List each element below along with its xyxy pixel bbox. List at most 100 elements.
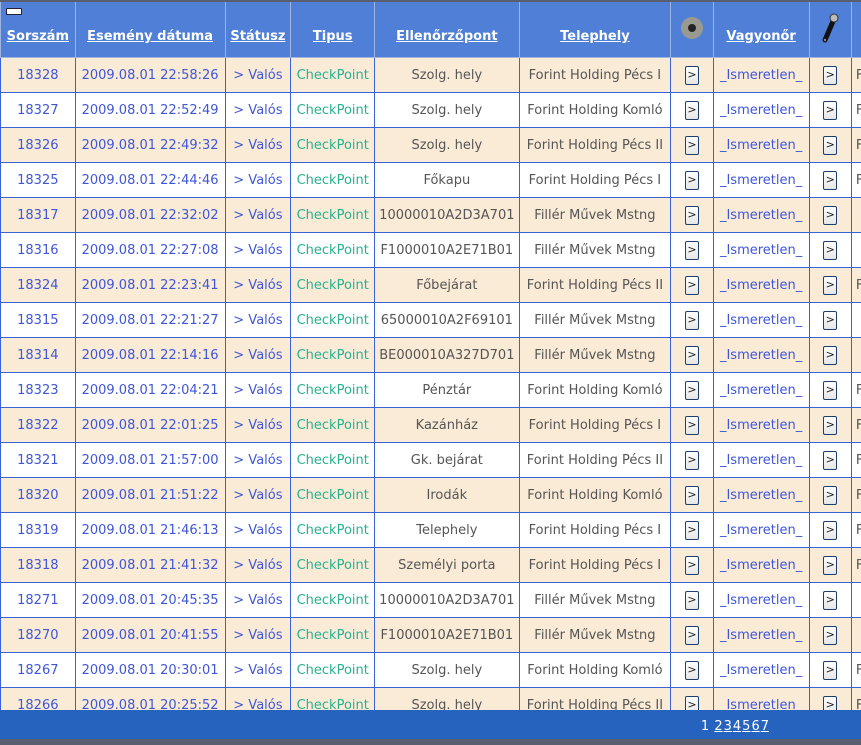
disc-detail-button[interactable]: > — [684, 520, 699, 540]
cell-status[interactable]: > Valós — [224, 57, 292, 93]
disc-detail-button[interactable]: > — [684, 205, 699, 225]
key-detail-button[interactable]: > — [823, 65, 838, 85]
key-detail-button[interactable]: > — [823, 205, 838, 225]
col-tipus[interactable]: Tipus — [290, 2, 376, 58]
cell-vagyonor[interactable]: _Ismeretlen_ — [712, 582, 810, 618]
sort-tipus-link[interactable]: Tipus — [313, 29, 353, 44]
col-datum[interactable]: Esemény dátuma — [74, 2, 226, 58]
key-detail-button[interactable]: > — [823, 310, 838, 330]
disc-detail-button[interactable]: > — [684, 415, 699, 435]
cell-status[interactable]: > Valós — [224, 617, 292, 653]
key-detail-button[interactable]: > — [823, 590, 838, 610]
disc-detail-button[interactable]: > — [684, 380, 699, 400]
disc-detail-button[interactable]: > — [684, 135, 699, 155]
cell-ellenorzopont: Szolg. hely — [374, 57, 520, 93]
page-link[interactable]: 4 — [733, 719, 741, 734]
cell-status[interactable]: > Valós — [224, 582, 292, 618]
cell-status[interactable]: > Valós — [224, 337, 292, 373]
cell-vagyonor[interactable]: _Ismeretlen_ — [712, 372, 810, 408]
key-detail-button[interactable]: > — [823, 555, 838, 575]
sort-datum-link[interactable]: Esemény dátuma — [87, 29, 213, 44]
disc-detail-button[interactable]: > — [684, 450, 699, 470]
cell-vagyonor[interactable]: _Ismeretlen_ — [712, 547, 810, 583]
sort-status-link[interactable]: Státusz — [230, 29, 285, 44]
key-detail-button[interactable]: > — [823, 415, 838, 435]
key-detail-button[interactable]: > — [823, 240, 838, 260]
key-detail-button[interactable]: > — [823, 170, 838, 190]
key-detail-button[interactable]: > — [823, 275, 838, 295]
cell-ellenorzopont: Gk. bejárat — [374, 442, 520, 478]
cell-status[interactable]: > Valós — [224, 407, 292, 443]
cell-status[interactable]: > Valós — [224, 197, 292, 233]
cell-key: > — [808, 337, 852, 373]
page-link[interactable]: 7 — [761, 719, 769, 734]
cell-vagyonor[interactable]: _Ismeretlen_ — [712, 92, 810, 128]
sort-vagyonor-link[interactable]: Vagyonőr — [726, 29, 795, 44]
key-detail-button[interactable]: > — [823, 625, 838, 645]
cell-status[interactable]: > Valós — [224, 162, 292, 198]
cell-vagyonor[interactable]: _Ismeretlen_ — [712, 197, 810, 233]
col-vagyonor[interactable]: Vagyonőr — [712, 2, 810, 58]
cell-vagyonor[interactable]: _Ismeretlen_ — [712, 477, 810, 513]
cell-vagyonor[interactable]: _Ismeretlen_ — [712, 407, 810, 443]
cell-vagyonor[interactable]: _Ismeretlen_ — [712, 337, 810, 373]
disc-detail-button[interactable]: > — [684, 345, 699, 365]
cell-vagyonor[interactable]: _Ismeretlen_ — [712, 162, 810, 198]
cell-vagyonor[interactable]: _Ismeretlen_ — [712, 512, 810, 548]
col-ellenorzopont[interactable]: Ellenőrzőpont — [374, 2, 520, 58]
cell-vagyonor[interactable]: _Ismeretlen_ — [712, 652, 810, 688]
cell-status[interactable]: > Valós — [224, 372, 292, 408]
key-detail-button[interactable]: > — [823, 450, 838, 470]
disc-detail-button[interactable]: > — [684, 170, 699, 190]
cell-status[interactable]: > Valós — [224, 477, 292, 513]
cell-status[interactable]: > Valós — [224, 92, 292, 128]
cell-vagyonor[interactable]: _Ismeretlen_ — [712, 127, 810, 163]
cell-vagyonor[interactable]: _Ismeretlen_ — [712, 57, 810, 93]
cell-status[interactable]: > Valós — [224, 232, 292, 268]
disc-detail-button[interactable]: > — [684, 65, 699, 85]
page-link[interactable]: 5 — [742, 719, 750, 734]
cell-status[interactable]: > Valós — [224, 547, 292, 583]
col-status[interactable]: Státusz — [224, 2, 292, 58]
sort-sorszam-link[interactable]: Sorszám — [7, 29, 69, 44]
cell-status[interactable]: > Valós — [224, 267, 292, 303]
disc-detail-button[interactable]: > — [684, 555, 699, 575]
cell-vagyonor[interactable]: _Ismeretlen_ — [712, 617, 810, 653]
sort-ellenorzopont-link[interactable]: Ellenőrzőpont — [396, 29, 497, 44]
key-detail-button[interactable]: > — [823, 135, 838, 155]
key-detail-button[interactable]: > — [823, 520, 838, 540]
cell-sorszam: 18271 — [0, 582, 76, 618]
disc-detail-button[interactable]: > — [684, 485, 699, 505]
collapse-button[interactable] — [6, 8, 22, 15]
sort-telephely-link[interactable]: Telephely — [560, 29, 630, 44]
disc-detail-button[interactable]: > — [684, 275, 699, 295]
page-link[interactable]: 2 — [714, 719, 722, 734]
cell-ellenorzopont: Főkapu — [374, 162, 520, 198]
cell-status[interactable]: > Valós — [224, 652, 292, 688]
key-detail-button[interactable]: > — [823, 485, 838, 505]
key-detail-button[interactable]: > — [823, 660, 838, 680]
cell-vagyonor[interactable]: _Ismeretlen_ — [712, 267, 810, 303]
cell-status[interactable]: > Valós — [224, 512, 292, 548]
cell-status[interactable]: > Valós — [224, 442, 292, 478]
disc-detail-button[interactable]: > — [684, 240, 699, 260]
page-link[interactable]: 3 — [724, 719, 732, 734]
col-telephely[interactable]: Telephely — [518, 2, 672, 58]
cell-vagyonor[interactable]: _Ismeretlen_ — [712, 232, 810, 268]
key-detail-button[interactable]: > — [823, 380, 838, 400]
cell-ellenorzopont: Telephely — [374, 512, 520, 548]
cell-status[interactable]: > Valós — [224, 127, 292, 163]
disc-detail-button[interactable]: > — [684, 100, 699, 120]
disc-detail-button[interactable]: > — [684, 625, 699, 645]
table-row: 18271 2009.08.01 20:45:35 > Valós CheckPoin… — [0, 582, 861, 618]
disc-detail-button[interactable]: > — [684, 310, 699, 330]
page-link[interactable]: 6 — [751, 719, 759, 734]
cell-status[interactable]: > Valós — [224, 302, 292, 338]
disc-detail-button[interactable]: > — [684, 590, 699, 610]
disc-detail-button[interactable]: > — [684, 660, 699, 680]
key-detail-button[interactable]: > — [823, 345, 838, 365]
cell-vagyonor[interactable]: _Ismeretlen_ — [712, 302, 810, 338]
cell-vagyonor[interactable]: _Ismeretlen_ — [712, 442, 810, 478]
key-detail-button[interactable]: > — [823, 100, 838, 120]
cell-disc: > — [670, 442, 714, 478]
